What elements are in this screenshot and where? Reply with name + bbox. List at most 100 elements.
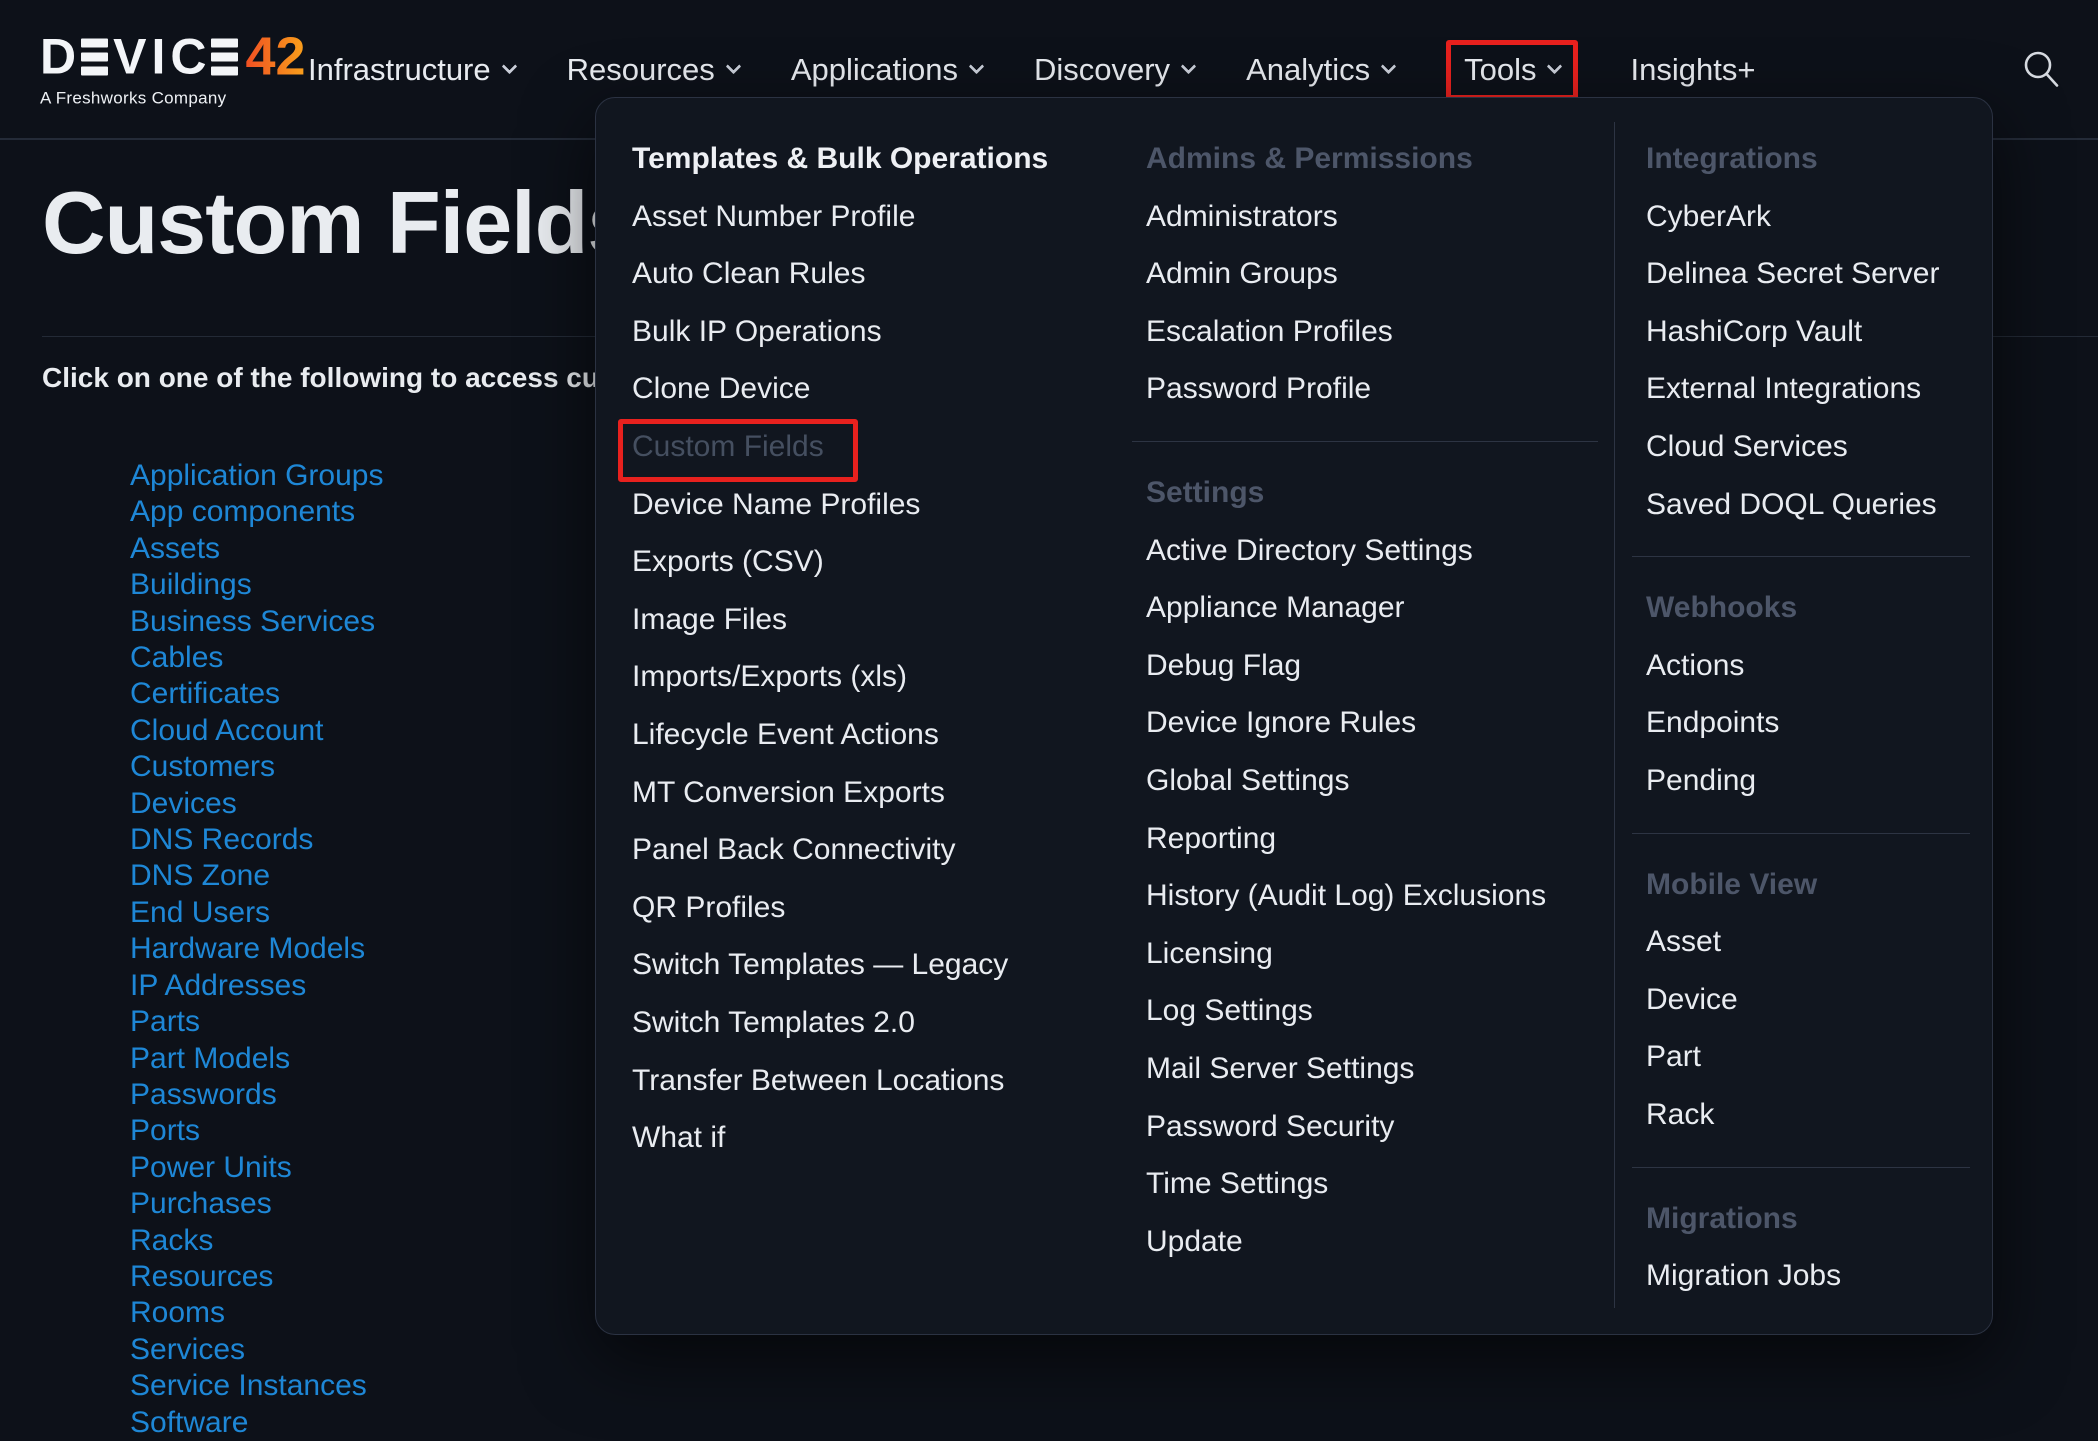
menu-item[interactable]: Exports (CSV) <box>632 533 1110 591</box>
custom-fields-link[interactable]: App components <box>130 494 383 530</box>
menu-divider <box>1646 810 1978 856</box>
logo-letter: V <box>113 32 146 82</box>
custom-fields-link[interactable]: Ports <box>130 1113 383 1149</box>
nav-item[interactable]: Tools <box>1446 40 1578 100</box>
nav-item[interactable]: Infrastructure <box>308 52 515 88</box>
menu-row-label: CyberArk <box>1646 200 1771 233</box>
menu-item[interactable]: MT Conversion Exports <box>632 764 1110 822</box>
custom-fields-link[interactable]: Certificates <box>130 676 383 712</box>
menu-item[interactable]: Administrators <box>1146 188 1606 246</box>
custom-fields-link[interactable]: Power Units <box>130 1150 383 1186</box>
menu-item[interactable]: Asset Number Profile <box>632 188 1110 246</box>
menu-item[interactable]: Switch Templates — Legacy <box>632 936 1110 994</box>
menu-item[interactable]: HashiCorp Vault <box>1646 303 1978 361</box>
nav-item[interactable]: Discovery <box>1034 52 1194 88</box>
menu-item[interactable]: Password Profile <box>1146 360 1606 418</box>
menu-row-label: Endpoints <box>1646 706 1779 739</box>
menu-item[interactable]: Reporting <box>1146 810 1606 868</box>
menu-row-label: Clone Device <box>632 372 810 405</box>
device42-logo[interactable]: D V I C 42 A Freshworks Company <box>40 30 306 109</box>
menu-item[interactable]: QR Profiles <box>632 879 1110 937</box>
menu-item[interactable]: CyberArk <box>1646 188 1978 246</box>
custom-fields-link[interactable]: Racks <box>130 1223 383 1259</box>
custom-fields-link[interactable]: Buildings <box>130 567 383 603</box>
menu-item[interactable]: Delinea Secret Server <box>1646 245 1978 303</box>
menu-item[interactable]: Mail Server Settings <box>1146 1040 1606 1098</box>
custom-fields-link[interactable]: Application Groups <box>130 458 383 494</box>
menu-item[interactable]: Bulk IP Operations <box>632 303 1110 361</box>
menu-item[interactable]: Imports/Exports (xls) <box>632 648 1110 706</box>
custom-fields-link[interactable]: Devices <box>130 786 383 822</box>
menu-item[interactable]: Transfer Between Locations <box>632 1052 1110 1110</box>
menu-item[interactable]: Saved DOQL Queries <box>1646 476 1978 534</box>
custom-fields-link[interactable]: Assets <box>130 531 383 567</box>
menu-item[interactable]: Pending <box>1646 752 1978 810</box>
menu-item[interactable]: Log Settings <box>1146 982 1606 1040</box>
custom-fields-link[interactable]: Service Instances <box>130 1368 383 1404</box>
menu-item[interactable]: Asset <box>1646 913 1978 971</box>
custom-fields-link[interactable]: Hardware Models <box>130 931 383 967</box>
menu-item[interactable]: Part <box>1646 1028 1978 1086</box>
chevron-down-icon <box>1181 59 1197 75</box>
menu-item[interactable]: What if <box>632 1109 1110 1167</box>
menu-item[interactable]: Licensing <box>1146 925 1606 983</box>
custom-fields-link[interactable]: IP Addresses <box>130 968 383 1004</box>
custom-fields-link[interactable]: DNS Records <box>130 822 383 858</box>
menu-item[interactable]: Appliance Manager <box>1146 579 1606 637</box>
menu-row-label: Appliance Manager <box>1146 591 1405 624</box>
custom-fields-link[interactable]: End Users <box>130 895 383 931</box>
menu-item[interactable]: Debug Flag <box>1146 637 1606 695</box>
menu-item[interactable]: Password Security <box>1146 1098 1606 1156</box>
custom-fields-link[interactable]: Software <box>130 1405 383 1441</box>
nav-item[interactable]: Analytics <box>1246 52 1394 88</box>
menu-item[interactable]: Clone Device <box>632 360 1110 418</box>
nav-item[interactable]: Applications <box>791 52 982 88</box>
menu-item[interactable]: Switch Templates 2.0 <box>632 994 1110 1052</box>
menu-divider <box>1646 533 1978 579</box>
custom-fields-link[interactable]: Customers <box>130 749 383 785</box>
custom-fields-link[interactable]: Cables <box>130 640 383 676</box>
menu-item[interactable]: Escalation Profiles <box>1146 303 1606 361</box>
custom-fields-link[interactable]: Parts <box>130 1004 383 1040</box>
menu-item[interactable]: Global Settings <box>1146 752 1606 810</box>
custom-fields-link[interactable]: Rooms <box>130 1295 383 1331</box>
menu-row-label: Password Profile <box>1146 372 1371 405</box>
custom-fields-link[interactable]: Resources <box>130 1259 383 1295</box>
menu-item[interactable]: Panel Back Connectivity <box>632 821 1110 879</box>
menu-item[interactable]: Device Name Profiles <box>632 476 1110 534</box>
nav-item[interactable]: Resources <box>567 52 739 88</box>
nav-item[interactable]: Insights+ <box>1630 52 1755 88</box>
menu-item[interactable]: History (Audit Log) Exclusions <box>1146 867 1606 925</box>
menu-row-label: Admins & Permissions <box>1146 142 1473 175</box>
custom-fields-link[interactable]: Cloud Account <box>130 713 383 749</box>
menu-item[interactable]: Endpoints <box>1646 694 1978 752</box>
menu-row-label: Device Name Profiles <box>632 488 920 521</box>
menu-item[interactable]: Migration Jobs <box>1646 1247 1978 1305</box>
menu-item[interactable]: Time Settings <box>1146 1155 1606 1213</box>
menu-section-header: Settings <box>1146 464 1606 522</box>
chevron-down-icon <box>501 59 517 75</box>
custom-fields-link[interactable]: Passwords <box>130 1077 383 1113</box>
menu-item-current[interactable]: Custom Fields <box>632 418 1110 476</box>
menu-item[interactable]: Device Ignore Rules <box>1146 694 1606 752</box>
menu-item[interactable]: Update <box>1146 1213 1606 1271</box>
custom-fields-link[interactable]: DNS Zone <box>130 858 383 894</box>
custom-fields-link[interactable]: Business Services <box>130 604 383 640</box>
menu-row-label: Integrations <box>1646 142 1818 175</box>
menu-item[interactable]: Rack <box>1646 1086 1978 1144</box>
menu-item[interactable]: Auto Clean Rules <box>632 245 1110 303</box>
menu-item[interactable]: Cloud Services <box>1646 418 1978 476</box>
custom-fields-link[interactable]: Part Models <box>130 1041 383 1077</box>
menu-item[interactable]: Lifecycle Event Actions <box>632 706 1110 764</box>
custom-fields-link[interactable]: Purchases <box>130 1186 383 1222</box>
custom-fields-link[interactable]: Services <box>130 1332 383 1368</box>
menu-item[interactable]: Actions <box>1646 637 1978 695</box>
menu-row-label: Panel Back Connectivity <box>632 833 956 866</box>
menu-item[interactable]: Active Directory Settings <box>1146 522 1606 580</box>
menu-item[interactable]: Image Files <box>632 591 1110 649</box>
menu-item[interactable]: Device <box>1646 971 1978 1029</box>
menu-item[interactable]: External Integrations <box>1646 360 1978 418</box>
menu-item[interactable]: Admin Groups <box>1146 245 1606 303</box>
menu-row-label: HashiCorp Vault <box>1646 315 1862 348</box>
search-button[interactable] <box>2018 46 2064 92</box>
